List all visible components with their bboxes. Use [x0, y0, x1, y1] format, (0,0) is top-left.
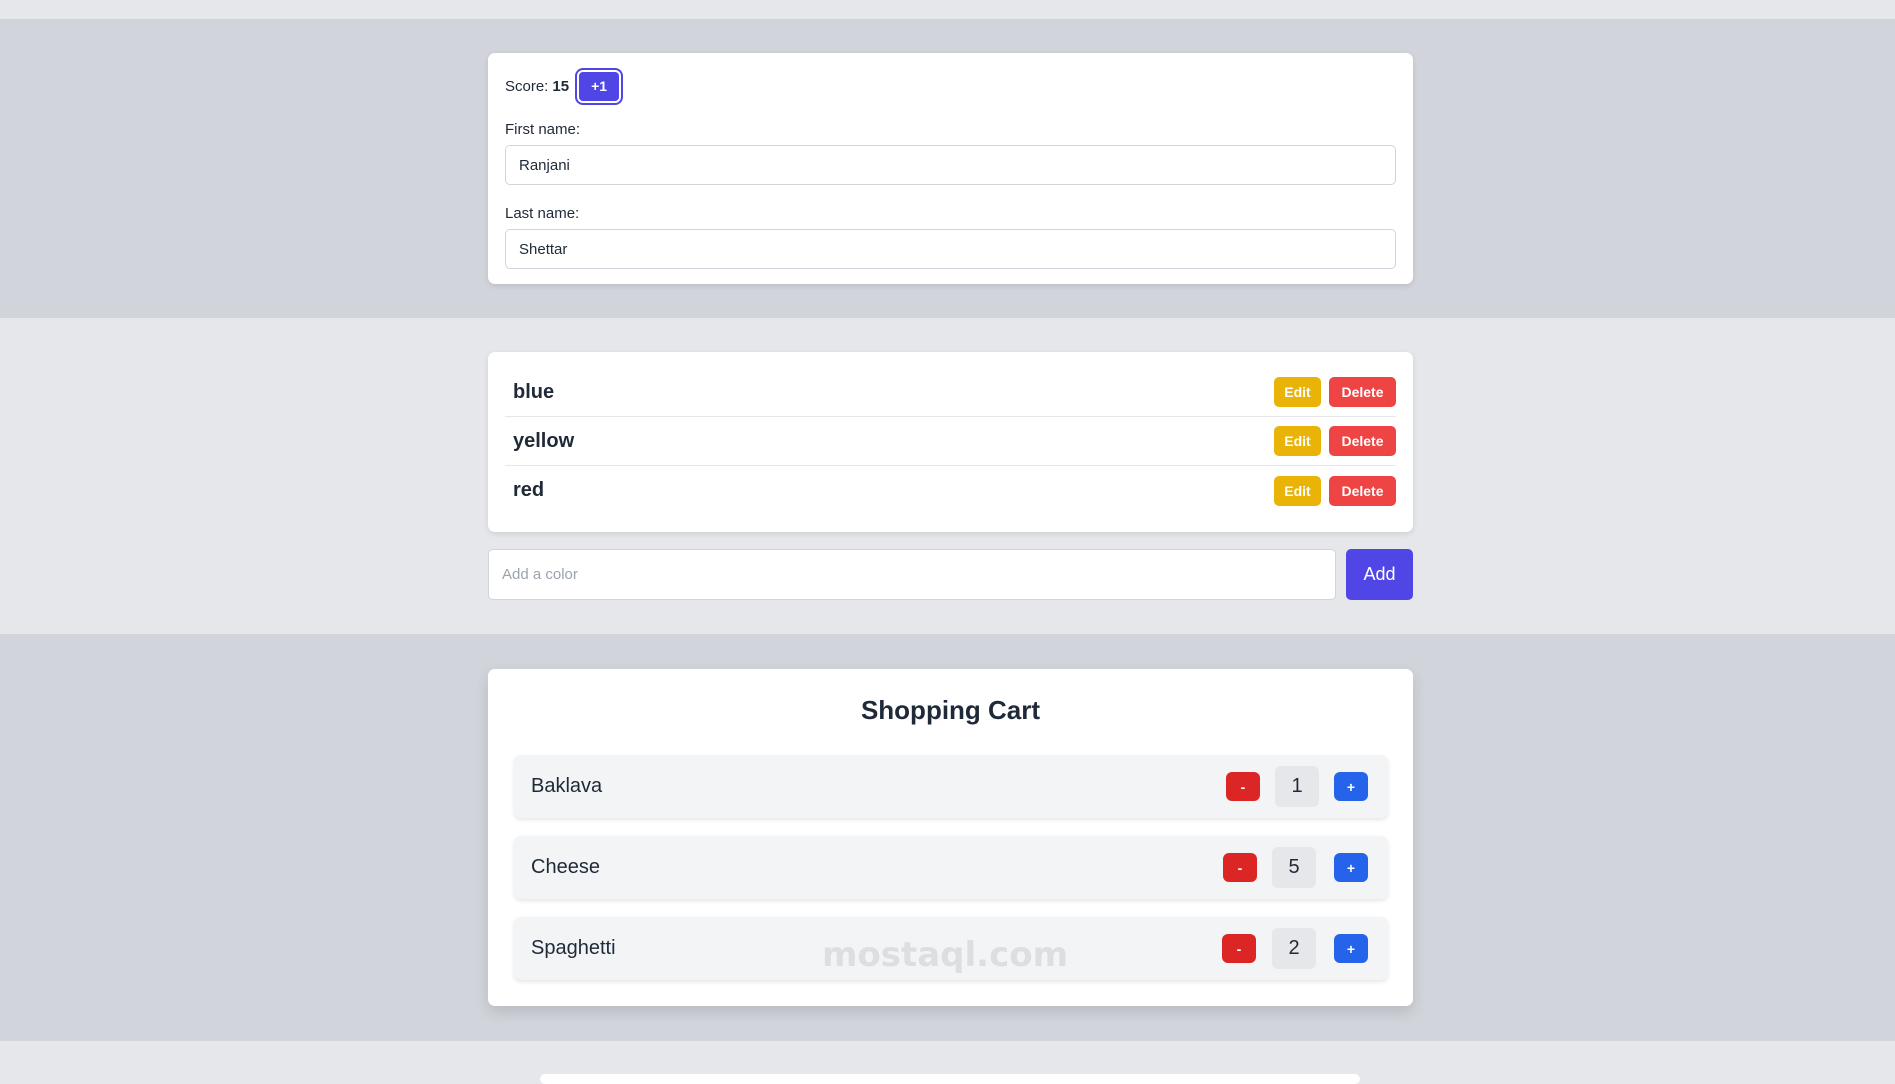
edit-button[interactable]: Edit: [1274, 377, 1321, 407]
last-name-label: Last name:: [505, 205, 580, 222]
color-list-card: blue Edit Delete yellow Edit Delete red …: [488, 352, 1413, 532]
increment-score-button[interactable]: +1: [577, 69, 622, 103]
increase-quantity-button[interactable]: +: [1334, 772, 1368, 801]
profile-card: Score: 15 +1 First name: Last name:: [488, 53, 1413, 284]
cart-item-name: Cheese: [531, 856, 600, 878]
increase-quantity-button[interactable]: +: [1334, 853, 1368, 882]
edit-button[interactable]: Edit: [1274, 475, 1321, 506]
cart-item-name: Spaghetti: [531, 937, 616, 959]
color-name: yellow: [513, 429, 575, 452]
quantity-value: 5: [1272, 847, 1316, 888]
decrease-quantity-button[interactable]: -: [1223, 853, 1257, 882]
cart-item: Cheese - 5 +: [514, 836, 1388, 899]
edit-button[interactable]: Edit: [1274, 426, 1321, 456]
watermark-logo: mostaql.com: [821, 935, 1069, 975]
quantity-value: 2: [1272, 928, 1316, 969]
add-color-button[interactable]: Add: [1346, 549, 1413, 600]
last-name-input[interactable]: [505, 229, 1396, 269]
decrease-quantity-button[interactable]: -: [1226, 772, 1260, 801]
row-actions: Edit Delete: [1274, 426, 1396, 456]
row-actions: Edit Delete: [1274, 377, 1396, 407]
delete-button[interactable]: Delete: [1329, 475, 1396, 506]
list-item: blue Edit Delete: [505, 368, 1396, 417]
score-label: Score:: [505, 77, 549, 95]
decrease-quantity-button[interactable]: -: [1222, 934, 1256, 963]
color-name: red: [513, 479, 545, 501]
cart-title: Shopping Cart: [860, 695, 1041, 725]
cart-item-name: Baklava: [531, 775, 603, 797]
add-color-input[interactable]: [488, 549, 1336, 600]
delete-button[interactable]: Delete: [1329, 426, 1396, 456]
delete-button[interactable]: Delete: [1329, 377, 1396, 407]
score-row: Score: 15 +1: [505, 69, 622, 103]
score-value: 15: [552, 77, 570, 95]
cart-item: Baklava - 1 +: [514, 755, 1388, 818]
quantity-value: 1: [1275, 766, 1319, 807]
increase-quantity-button[interactable]: +: [1334, 934, 1368, 963]
list-item: red Edit Delete: [505, 466, 1396, 515]
color-name: blue: [513, 380, 555, 403]
list-item: yellow Edit Delete: [505, 417, 1396, 466]
first-name-label: First name:: [505, 121, 581, 138]
next-card-edge: [540, 1074, 1360, 1084]
row-actions: Edit Delete: [1274, 475, 1396, 506]
first-name-input[interactable]: [505, 145, 1396, 185]
